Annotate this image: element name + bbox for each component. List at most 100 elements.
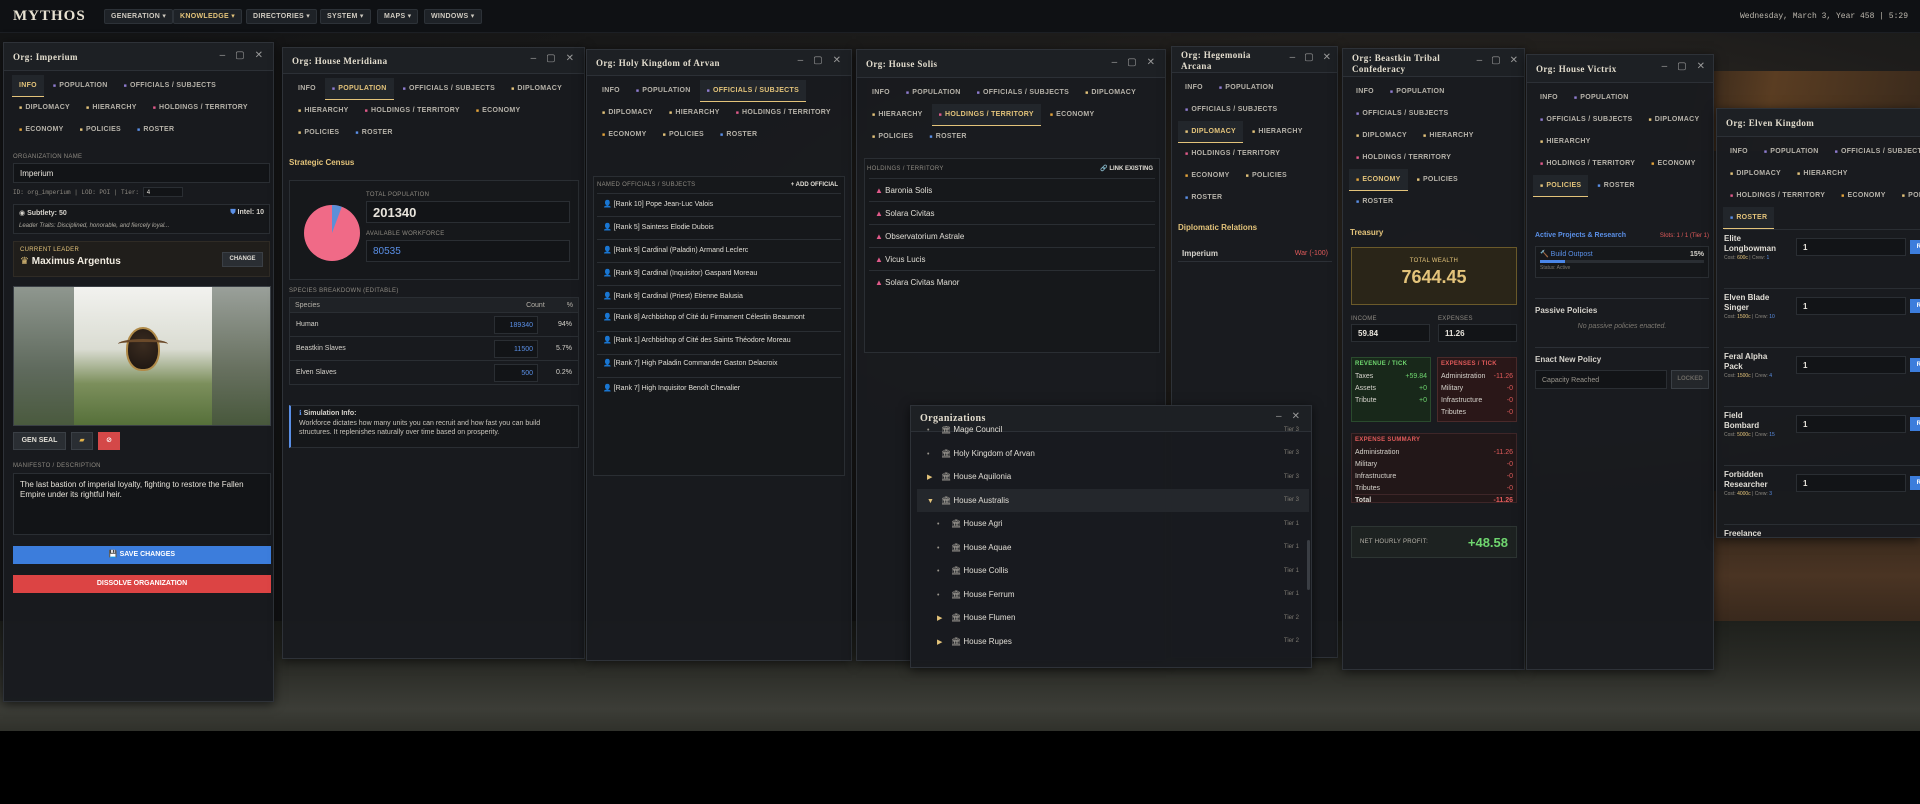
tab-holdings[interactable]: ■ HOLDINGS / TERRITORY: [1349, 147, 1458, 169]
tab-diplomacy[interactable]: ■ DIPLOMACY: [595, 102, 660, 124]
save-changes-button[interactable]: 💾 SAVE CHANGES: [13, 546, 271, 564]
close-icon[interactable]: ✕: [833, 55, 841, 66]
tab-info[interactable]: INFO: [12, 75, 44, 97]
org-name-field[interactable]: Imperium: [13, 163, 270, 183]
org-tree-item[interactable]: • 🏛 House Agri Tier 1: [917, 512, 1309, 536]
org-tree-item[interactable]: • 🏛 House Collis Tier 1: [917, 559, 1309, 583]
tab-diplomacy[interactable]: ■ DIPLOMACY: [12, 97, 77, 119]
close-icon[interactable]: ✕: [1510, 55, 1518, 66]
tab-officials[interactable]: ■ OFFICIALS / SUBJECTS: [699, 80, 807, 102]
holding-row[interactable]: ▲ Baronia Solis: [869, 178, 1155, 201]
gen-seal-button[interactable]: GEN SEAL: [13, 432, 66, 450]
close-icon[interactable]: ✕: [1292, 411, 1300, 422]
unit-quantity-input[interactable]: 1: [1796, 415, 1906, 433]
holding-row[interactable]: ▲ Vicus Lucis: [869, 247, 1155, 270]
menu-windows[interactable]: WINDOWS ▾: [424, 9, 482, 24]
close-icon[interactable]: ✕: [255, 50, 263, 61]
org-tree-item[interactable]: • 🏛 House Ferrum Tier 1: [917, 583, 1309, 607]
holding-row[interactable]: ▲ Observatorium Astrale: [869, 224, 1155, 247]
tab-population[interactable]: ■ POPULATION: [1567, 87, 1636, 109]
close-icon[interactable]: ✕: [1323, 52, 1331, 63]
expand-toggle-icon[interactable]: •: [937, 545, 951, 552]
official-row[interactable]: 👤 [Rank 5] Saintess Elodie Dubois: [597, 216, 841, 239]
official-row[interactable]: 👤 [Rank 1] Archbishop of Cité des Saints…: [597, 331, 841, 354]
tab-roster[interactable]: ■ ROSTER: [1723, 207, 1775, 229]
tab-holdings[interactable]: ■ HOLDINGS / TERRITORY: [358, 100, 467, 122]
holding-row[interactable]: ▲ Solara Civitas Manor: [869, 270, 1155, 293]
official-row[interactable]: 👤 [Rank 7] High Paladin Commander Gaston…: [597, 354, 841, 377]
unit-quantity-input[interactable]: 1: [1796, 238, 1906, 256]
link-existing-button[interactable]: 🔗 LINK EXISTING: [1096, 162, 1157, 175]
unit-quantity-input[interactable]: 1: [1796, 297, 1906, 315]
locked-button[interactable]: LOCKED: [1671, 370, 1709, 389]
official-row[interactable]: 👤 [Rank 9] Cardinal (Inquisitor) Gaspard…: [597, 262, 841, 285]
tab-holdings[interactable]: ■ HOLDINGS / TERRITORY: [931, 104, 1041, 126]
tab-population[interactable]: ■ POPULATION: [1757, 141, 1826, 163]
tab-roster[interactable]: ■ ROSTER: [1349, 191, 1400, 213]
expand-toggle-icon[interactable]: •: [927, 427, 941, 434]
tab-policies[interactable]: ■POLICIES: [73, 119, 128, 141]
folder-icon[interactable]: ▰: [71, 432, 93, 450]
org-tree-item[interactable]: ▼ 🏛 House Australis Tier 3: [917, 488, 1309, 512]
org-tree-item[interactable]: • 🏛 House Aquae Tier 1: [917, 536, 1309, 560]
tab-policies[interactable]: ■POLICIES: [865, 126, 920, 148]
tab-population[interactable]: ■ POPULATION: [324, 78, 394, 100]
expand-toggle-icon[interactable]: •: [937, 568, 951, 575]
tab-info[interactable]: INFO: [1723, 141, 1755, 163]
maximize-icon[interactable]: ▢: [1491, 55, 1500, 66]
holding-row[interactable]: ▲ Solara Civitas: [869, 201, 1155, 224]
expand-toggle-icon[interactable]: ▼: [927, 498, 941, 505]
tab-roster[interactable]: ■ ROSTER: [1590, 175, 1641, 197]
tab-diplomacy[interactable]: ■ DIPLOMACY: [504, 78, 569, 100]
tab-officials[interactable]: ■ OFFICIALS / SUBJECTS: [970, 82, 1076, 104]
tab-policies[interactable]: ■POLICIES: [291, 122, 346, 144]
close-icon[interactable]: ✕: [1147, 57, 1155, 68]
tab-hierarchy[interactable]: ■ HIERARCHY: [291, 100, 356, 122]
maximize-icon[interactable]: ▢: [1127, 57, 1136, 68]
tab-hierarchy[interactable]: ■ HIERARCHY: [1245, 121, 1310, 143]
tab-diplomacy[interactable]: ■ DIPLOMACY: [1723, 163, 1788, 185]
tab-hierarchy[interactable]: ■ HIERARCHY: [662, 102, 727, 124]
menu-maps[interactable]: MAPS ▾: [377, 9, 419, 24]
tab-population[interactable]: ■ POPULATION: [899, 82, 968, 104]
tab-hierarchy[interactable]: ■ HIERARCHY: [1790, 163, 1855, 185]
tab-roster[interactable]: ■ ROSTER: [130, 119, 181, 141]
tab-policies[interactable]: ■POLICIES: [1239, 165, 1294, 187]
menu-directories[interactable]: DIRECTORIES ▾: [246, 9, 318, 24]
relation-row[interactable]: Imperium War (-100): [1178, 246, 1332, 262]
tab-officials[interactable]: ■ OFFICIALS / SUBJECTS: [1178, 99, 1284, 121]
tab-hierarchy[interactable]: ■ HIERARCHY: [1533, 131, 1598, 153]
tab-holdings[interactable]: ■ HOLDINGS / TERRITORY: [1533, 153, 1642, 175]
org-tree-item[interactable]: ▶ 🏛 House Aquilonia Tier 3: [917, 465, 1309, 489]
tab-info[interactable]: INFO: [865, 82, 897, 104]
change-leader-button[interactable]: CHANGE: [222, 252, 263, 267]
official-row[interactable]: 👤 [Rank 7] High Inquisitor Benoît Cheval…: [597, 377, 841, 400]
species-count-input[interactable]: 11500: [494, 339, 538, 358]
minimize-icon[interactable]: –: [1477, 55, 1483, 66]
tab-holdings[interactable]: ■ HOLDINGS / TERRITORY: [1723, 185, 1832, 207]
scrollbar-thumb[interactable]: [1307, 540, 1310, 590]
minimize-icon[interactable]: –: [798, 55, 804, 66]
tab-holdings[interactable]: ■ HOLDINGS / TERRITORY: [146, 97, 255, 119]
tab-info[interactable]: INFO: [1349, 81, 1381, 103]
tab-roster[interactable]: ■ ROSTER: [922, 126, 973, 148]
menu-system[interactable]: SYSTEM ▾: [320, 9, 371, 24]
tab-officials[interactable]: ■ OFFICIALS / SUBJECTS: [117, 75, 223, 97]
minimize-icon[interactable]: –: [531, 53, 537, 64]
maximize-icon[interactable]: ▢: [546, 53, 555, 64]
tab-diplomacy[interactable]: ■ DIPLOMACY: [1178, 121, 1244, 143]
tab-info[interactable]: INFO: [1178, 77, 1210, 99]
recruit-button[interactable]: RECRUIT: [1910, 417, 1920, 431]
tab-population[interactable]: ■ POPULATION: [629, 80, 698, 102]
expand-toggle-icon[interactable]: ▶: [927, 473, 941, 481]
official-row[interactable]: 👤 [Rank 9] Cardinal (Priest) Etienne Bal…: [597, 285, 841, 308]
maximize-icon[interactable]: ▢: [235, 50, 244, 61]
official-row[interactable]: 👤 [Rank 8] Archbishop of Cité du Firmame…: [597, 308, 841, 331]
org-tree-item[interactable]: ▶ 🏛 House Rupes Tier 2: [917, 630, 1309, 654]
tab-diplomacy[interactable]: ■ DIPLOMACY: [1641, 109, 1706, 131]
menu-knowledge[interactable]: KNOWLEDGE ▾: [173, 9, 243, 24]
tab-officials[interactable]: ■ OFFICIALS / SUBJECTS: [396, 78, 502, 100]
minimize-icon[interactable]: –: [1276, 411, 1282, 422]
minimize-icon[interactable]: –: [1290, 52, 1296, 63]
tab-officials[interactable]: ■ OFFICIALS / SUBJECTS: [1533, 109, 1639, 131]
